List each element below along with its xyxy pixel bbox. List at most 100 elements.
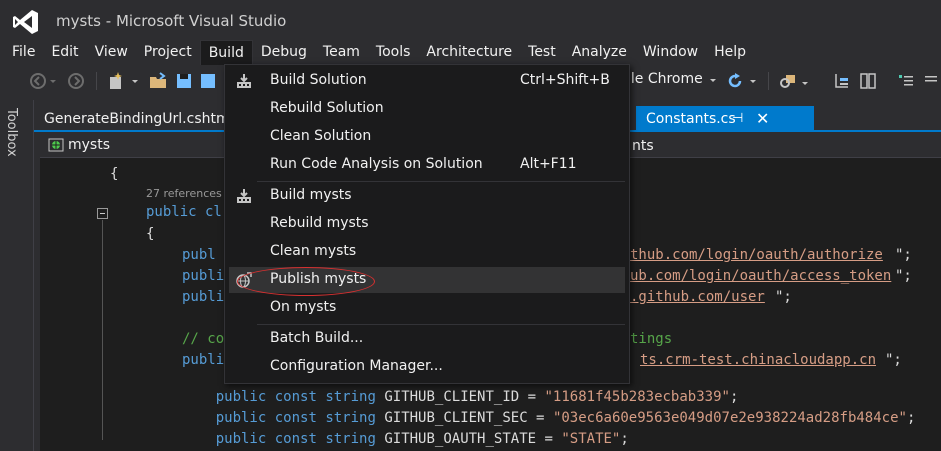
open-folder-icon[interactable]	[148, 71, 168, 91]
code-punct: ;	[620, 431, 629, 447]
code-line: publi	[182, 268, 225, 284]
code-keyword: string	[325, 431, 376, 447]
menu-item-on-mysts[interactable]: On mysts	[229, 295, 625, 321]
visual-studio-logo-icon	[13, 10, 38, 34]
menu-item-run-code-analysis[interactable]: Run Code Analysis on Solution Alt+F11	[229, 152, 625, 178]
save-icon[interactable]	[174, 71, 194, 91]
code-comment: // co	[182, 331, 225, 347]
tab-label: GenerateBindingUrl.cshtml	[44, 111, 234, 127]
refresh-icon[interactable]	[725, 71, 745, 91]
menu-bar: File Edit View Project Build Debug Team …	[0, 39, 941, 65]
menu-item-shortcut: Ctrl+Shift+B	[520, 72, 610, 88]
pin-icon[interactable]: ⊣	[732, 106, 743, 132]
toolbox-tab[interactable]: Toolbox	[4, 108, 19, 157]
code-punct: ";	[885, 352, 902, 368]
menu-item-label: Batch Build...	[270, 330, 364, 346]
project-dropdown[interactable]: mysts	[48, 137, 110, 153]
back-arrow-icon[interactable]	[28, 71, 48, 91]
collapse-outline-icon[interactable]	[97, 208, 108, 219]
build-icon	[237, 74, 251, 88]
menu-item-rebuild-solution[interactable]: Rebuild Solution	[229, 96, 625, 122]
menu-item-publish-mysts[interactable]: Publish mysts	[229, 267, 625, 296]
code-string: thub.com/login/oauth/authorize	[630, 247, 883, 263]
project-name: mysts	[68, 137, 110, 153]
code-line: publi	[182, 352, 225, 368]
menu-item-batch-build[interactable]: Batch Build...	[229, 326, 625, 352]
chevron-down-icon[interactable]	[800, 71, 810, 91]
close-icon[interactable]: ✕	[756, 106, 769, 132]
menu-item-label: Clean mysts	[270, 243, 357, 259]
highlight-annotation	[237, 267, 375, 296]
menu-separator	[257, 181, 625, 182]
menu-item-build-mysts[interactable]: Build mysts	[229, 183, 625, 209]
code-line-oauth-state: public const string GITHUB_OAUTH_STATE =…	[182, 415, 629, 451]
menu-view[interactable]: View	[87, 40, 136, 64]
uncomment-lines-icon[interactable]	[922, 71, 941, 91]
title-bar: mysts - Microsoft Visual Studio	[0, 0, 941, 40]
code-punct: ";	[775, 289, 792, 305]
csharp-project-icon	[48, 138, 64, 152]
code-keyword: public	[215, 431, 267, 447]
code-punct: ";	[895, 268, 912, 284]
code-string: .github.com/user	[630, 289, 765, 305]
code-comment: tings	[630, 331, 673, 347]
menu-edit[interactable]: Edit	[43, 40, 86, 64]
code-punct: ;	[906, 410, 916, 426]
codelens-references[interactable]: 27 references	[146, 187, 222, 200]
menu-item-clean-solution[interactable]: Clean Solution	[229, 124, 625, 150]
menu-item-label: Clean Solution	[270, 128, 372, 144]
tab-constants[interactable]: Constants.cs ⊣ ✕	[636, 106, 814, 132]
code-string: ts.crm-test.chinacloudapp.cn	[640, 352, 877, 368]
code-string: ub.com/login/oauth/access_token	[630, 268, 892, 284]
tab-generate-binding-url[interactable]: GenerateBindingUrl.cshtml	[34, 106, 244, 132]
menu-file[interactable]: File	[4, 40, 43, 64]
menu-item-label: Build mysts	[270, 187, 352, 203]
menu-analyze[interactable]: Analyze	[564, 40, 635, 64]
chevron-down-icon[interactable]	[708, 72, 718, 92]
code-string: "STATE"	[561, 431, 621, 447]
menu-item-rebuild-mysts[interactable]: Rebuild mysts	[229, 211, 625, 237]
build-menu-dropdown: Build Solution Ctrl+Shift+B Rebuild Solu…	[224, 64, 630, 384]
code-keyword: const	[274, 431, 317, 447]
toolbar-separator	[96, 72, 97, 90]
menu-item-label: Build Solution	[270, 72, 367, 88]
menu-item-build-solution[interactable]: Build Solution Ctrl+Shift+B	[229, 68, 625, 94]
step-into-icon[interactable]	[832, 71, 852, 91]
new-project-icon[interactable]	[106, 71, 126, 91]
menu-project[interactable]: Project	[136, 40, 200, 64]
menu-item-label: Run Code Analysis on Solution	[270, 156, 483, 172]
menu-item-configuration-manager[interactable]: Configuration Manager...	[229, 354, 625, 380]
menu-item-shortcut: Alt+F11	[520, 156, 577, 172]
tab-label: Constants.cs	[646, 111, 736, 127]
find-in-files-icon[interactable]	[778, 71, 798, 91]
member-dropdown[interactable]: nts	[632, 138, 654, 154]
outline-guide	[102, 220, 103, 440]
comment-lines-icon[interactable]	[896, 71, 916, 91]
menu-item-label: Rebuild Solution	[270, 100, 384, 116]
menu-window[interactable]: Window	[635, 40, 706, 64]
menu-item-label: Rebuild mysts	[270, 215, 369, 231]
browser-selector[interactable]: gle Chrome	[622, 71, 703, 87]
forward-arrow-icon[interactable]	[66, 71, 86, 91]
columns-icon[interactable]	[858, 71, 878, 91]
code-identifier: GITHUB_OAUTH_STATE =	[384, 431, 553, 447]
chevron-down-icon[interactable]	[748, 71, 758, 91]
chevron-down-icon[interactable]	[48, 71, 58, 91]
code-brace: {	[110, 166, 119, 182]
menu-item-clean-mysts[interactable]: Clean mysts	[229, 239, 625, 265]
menu-tools[interactable]: Tools	[368, 40, 419, 64]
menu-debug[interactable]: Debug	[253, 40, 315, 64]
menu-architecture[interactable]: Architecture	[418, 40, 520, 64]
menu-test[interactable]: Test	[520, 40, 564, 64]
save-all-icon[interactable]	[198, 71, 218, 91]
toolbar-separator	[768, 72, 769, 90]
menu-build[interactable]: Build	[199, 39, 253, 65]
menu-item-label: Configuration Manager...	[270, 358, 443, 374]
window-title: mysts - Microsoft Visual Studio	[56, 12, 287, 30]
code-class-declaration: public cl	[146, 204, 222, 220]
menu-item-label: On mysts	[270, 299, 337, 315]
chevron-down-icon[interactable]	[130, 71, 140, 91]
code-brace: {	[146, 226, 155, 242]
menu-team[interactable]: Team	[315, 40, 368, 64]
menu-help[interactable]: Help	[706, 40, 754, 64]
